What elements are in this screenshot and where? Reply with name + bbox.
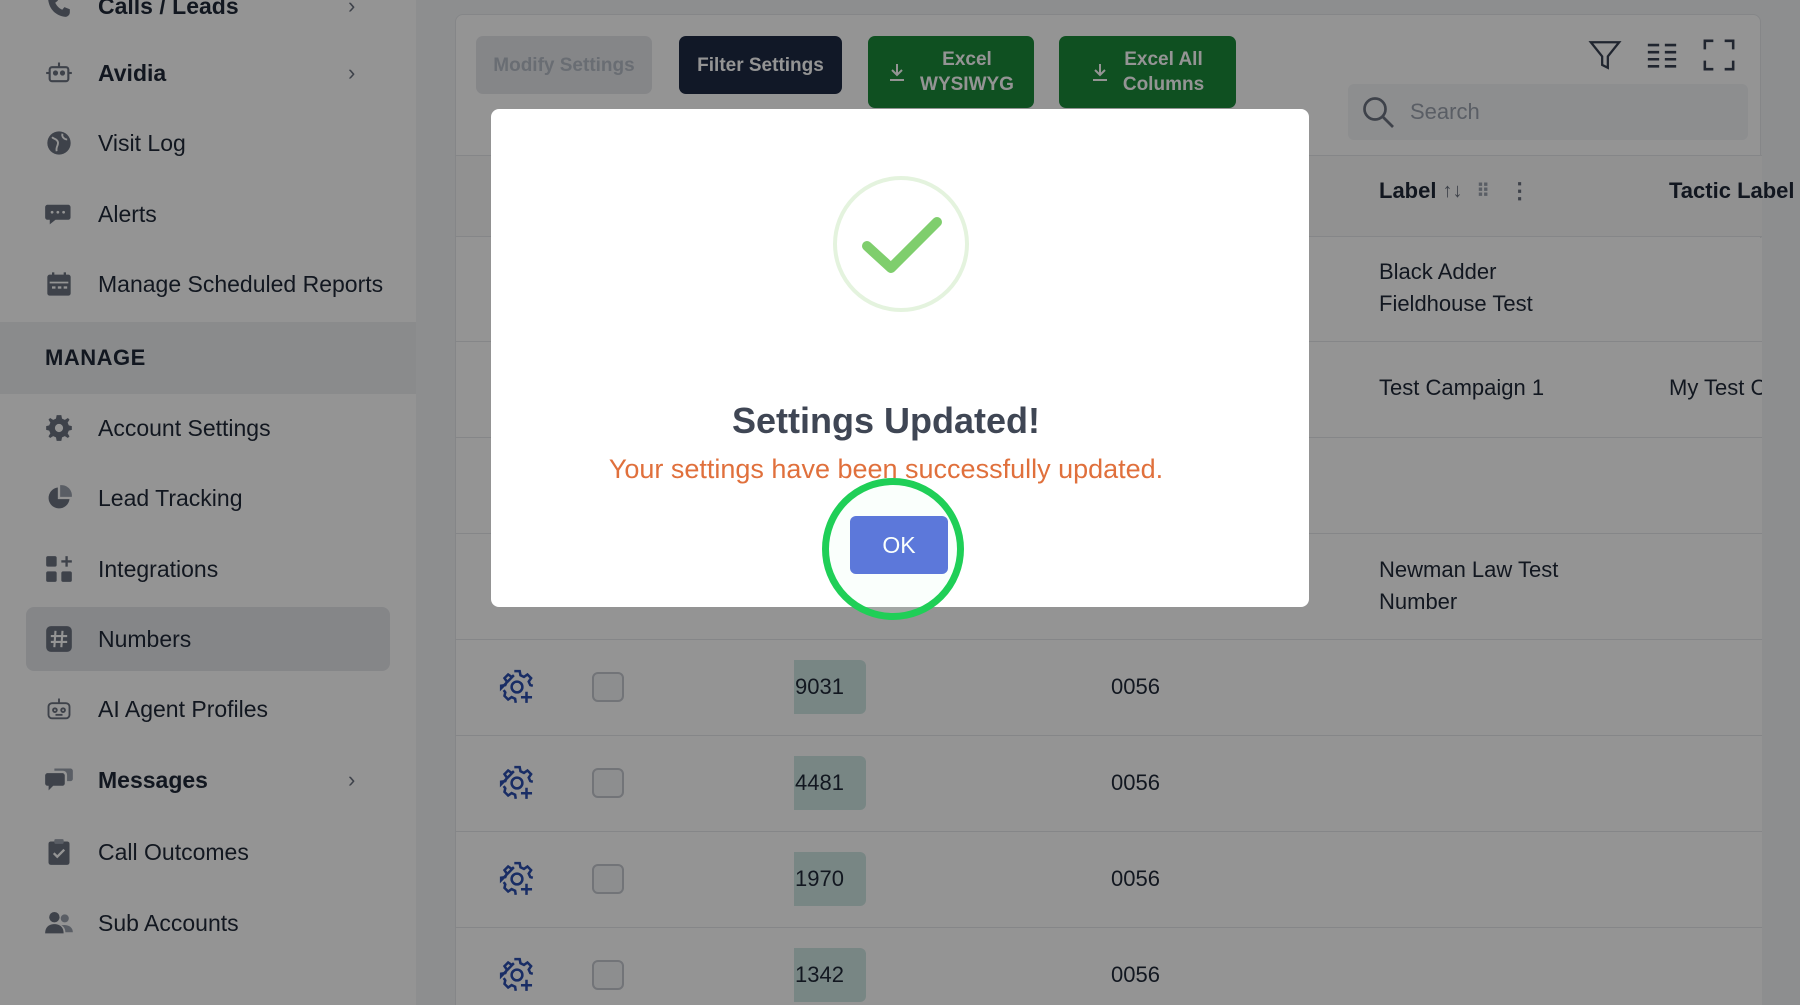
success-check-icon xyxy=(833,176,969,312)
dialog-title: Settings Updated! xyxy=(731,400,1040,441)
click-highlight-ring xyxy=(822,478,964,620)
